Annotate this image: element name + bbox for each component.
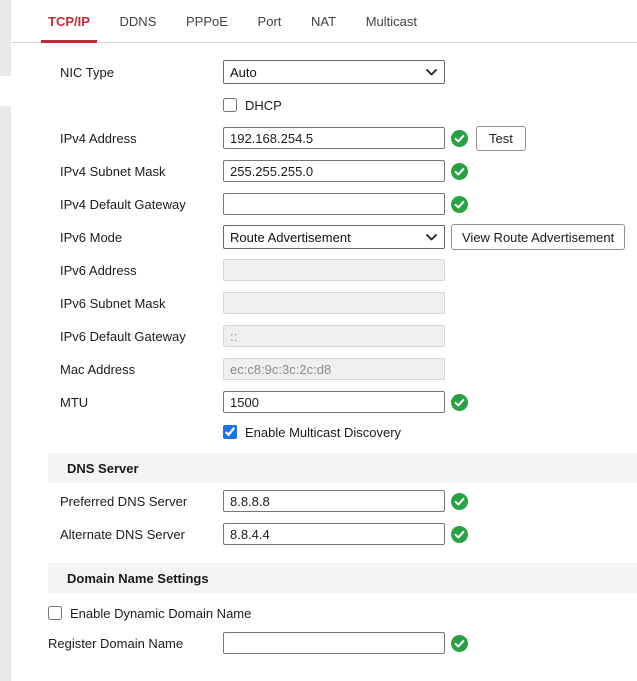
test-button[interactable]: Test: [476, 126, 526, 151]
ipv6-address-row: IPv6 Address: [60, 258, 637, 282]
mac-address-input: [223, 358, 445, 380]
dns-form: Preferred DNS Server Alternate DNS Serve…: [11, 483, 637, 546]
nic-type-label: NIC Type: [60, 65, 223, 80]
dhcp-row: DHCP: [60, 93, 637, 117]
valid-icon: [451, 196, 468, 213]
ipv6-gateway-input: [223, 325, 445, 347]
valid-icon: [451, 526, 468, 543]
domain-name-settings-section-header: Domain Name Settings: [48, 563, 637, 593]
ipv6-subnet-label: IPv6 Subnet Mask: [60, 296, 223, 311]
ipv6-mode-selected-value: Route Advertisement: [230, 230, 351, 245]
nic-type-row: NIC Type Auto: [60, 60, 637, 84]
view-route-advertisement-button[interactable]: View Route Advertisement: [451, 224, 625, 250]
ipv6-subnet-input: [223, 292, 445, 314]
ipv4-subnet-input[interactable]: [223, 160, 445, 182]
enable-dynamic-domain-label[interactable]: Enable Dynamic Domain Name: [70, 606, 251, 621]
alternate-dns-label: Alternate DNS Server: [60, 527, 223, 542]
ipv6-gateway-label: IPv6 Default Gateway: [60, 329, 223, 344]
sidebar-selected-item-edge: [0, 76, 11, 106]
alternate-dns-input[interactable]: [223, 523, 445, 545]
ipv4-gateway-row: IPv4 Default Gateway: [60, 192, 637, 216]
preferred-dns-input[interactable]: [223, 490, 445, 512]
ipv4-gateway-input[interactable]: [223, 193, 445, 215]
tcpip-form: NIC Type Auto DHCP IPv4 Address Test IPv…: [11, 43, 637, 441]
ipv6-subnet-row: IPv6 Subnet Mask: [60, 291, 637, 315]
dhcp-checkbox[interactable]: [223, 98, 237, 112]
enable-dynamic-domain-checkbox[interactable]: [48, 606, 62, 620]
mtu-label: MTU: [60, 395, 223, 410]
mac-address-label: Mac Address: [60, 362, 223, 377]
mtu-row: MTU: [60, 390, 637, 414]
multicast-discovery-row: Enable Multicast Discovery: [60, 423, 637, 441]
nic-type-select[interactable]: Auto: [223, 60, 445, 84]
register-domain-row: Register Domain Name: [11, 631, 637, 655]
dhcp-label[interactable]: DHCP: [245, 98, 282, 113]
mtu-input[interactable]: [223, 391, 445, 413]
tab-nat[interactable]: NAT: [304, 0, 343, 43]
valid-icon: [451, 163, 468, 180]
valid-icon: [451, 394, 468, 411]
chevron-down-icon: [426, 69, 437, 76]
ipv4-address-input[interactable]: [223, 127, 445, 149]
ipv4-gateway-label: IPv4 Default Gateway: [60, 197, 223, 212]
register-domain-label: Register Domain Name: [48, 636, 223, 651]
enable-dynamic-domain-row: Enable Dynamic Domain Name: [11, 604, 637, 622]
ipv4-subnet-label: IPv4 Subnet Mask: [60, 164, 223, 179]
preferred-dns-row: Preferred DNS Server: [60, 489, 637, 513]
valid-icon: [451, 493, 468, 510]
enable-multicast-discovery-label[interactable]: Enable Multicast Discovery: [245, 425, 401, 440]
ipv6-mode-row: IPv6 Mode Route Advertisement View Route…: [60, 225, 637, 249]
tcpip-settings-page: TCP/IP DDNS PPPoE Port NAT Multicast NIC…: [11, 0, 637, 655]
tab-multicast[interactable]: Multicast: [359, 0, 424, 43]
ipv4-address-label: IPv4 Address: [60, 131, 223, 146]
network-tabs: TCP/IP DDNS PPPoE Port NAT Multicast: [11, 0, 637, 43]
mac-address-row: Mac Address: [60, 357, 637, 381]
ipv6-address-label: IPv6 Address: [60, 263, 223, 278]
domain-name-settings-section-title: Domain Name Settings: [67, 571, 209, 586]
tab-pppoe[interactable]: PPPoE: [179, 0, 235, 43]
tab-tcpip[interactable]: TCP/IP: [41, 0, 97, 43]
sidebar-edge: [0, 0, 11, 681]
ipv4-address-row: IPv4 Address Test: [60, 126, 637, 150]
ipv6-mode-select[interactable]: Route Advertisement: [223, 225, 445, 249]
tab-ddns[interactable]: DDNS: [113, 0, 164, 43]
ipv6-mode-label: IPv6 Mode: [60, 230, 223, 245]
alternate-dns-row: Alternate DNS Server: [60, 522, 637, 546]
enable-multicast-discovery-checkbox[interactable]: [223, 425, 237, 439]
ipv6-address-input: [223, 259, 445, 281]
dns-server-section-title: DNS Server: [67, 461, 139, 476]
register-domain-input[interactable]: [223, 632, 445, 654]
preferred-dns-label: Preferred DNS Server: [60, 494, 223, 509]
nic-type-selected-value: Auto: [230, 65, 257, 80]
chevron-down-icon: [426, 234, 437, 241]
ipv6-gateway-row: IPv6 Default Gateway: [60, 324, 637, 348]
valid-icon: [451, 130, 468, 147]
valid-icon: [451, 635, 468, 652]
ipv4-subnet-row: IPv4 Subnet Mask: [60, 159, 637, 183]
dns-server-section-header: DNS Server: [48, 453, 637, 483]
tab-port[interactable]: Port: [251, 0, 289, 43]
